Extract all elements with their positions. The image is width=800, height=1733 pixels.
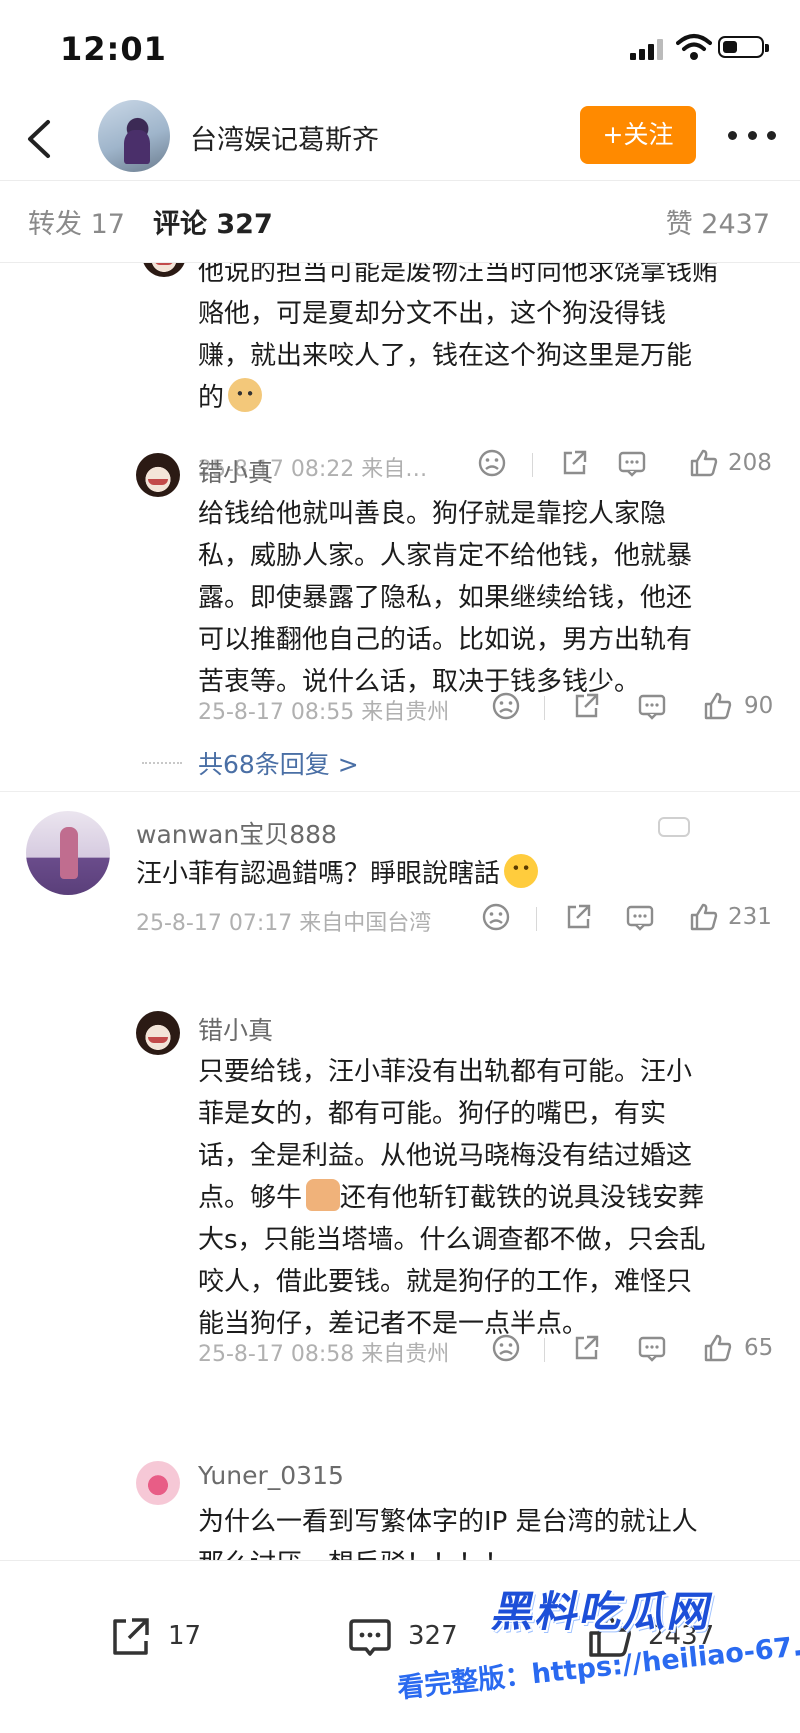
share-icon[interactable] [562, 901, 594, 933]
commenter-name[interactable]: wanwan宝贝888 [136, 815, 337, 851]
like-thumb-icon[interactable] [688, 901, 720, 933]
forward-count: 17 [168, 1621, 202, 1651]
comment-text: 只要给钱，汪小菲没有出轨都有可能。汪小 菲是女的，都有可能。狗仔的嘴巴，有实 话… [198, 1057, 706, 1339]
dislike-icon[interactable] [490, 1332, 522, 1364]
dislike-icon[interactable] [480, 901, 512, 933]
doge-emoji-icon [228, 378, 263, 412]
comment-meta: 25-8-17 08:58 来自贵州 65 [198, 1328, 778, 1372]
tab-likes[interactable]: 赞 2437 [666, 202, 770, 241]
commenter-name[interactable]: 错小真 [198, 453, 273, 489]
status-bar: 12:01 [0, 0, 800, 100]
view-replies-link[interactable]: 共68条回复 > [142, 743, 562, 783]
wifi-icon [676, 34, 712, 60]
commenter-name[interactable]: 错小真 [198, 1011, 273, 1047]
reply-comment: 给钱给他就叫善良。狗仔就是靠挖人家隐 私，威胁人家。人家肯定不给他钱，他就暴 露… [198, 493, 788, 703]
reply-comment: 只要给钱，汪小菲没有出轨都有可能。汪小 菲是女的，都有可能。狗仔的嘴巴，有实 话… [198, 1051, 788, 1345]
avatar[interactable] [136, 1011, 180, 1055]
comment-text: 为什么一看到写繁体字的IP 是台湾的就让人 那么讨厌。想反驳！！！！ [198, 1507, 698, 1560]
reply-comment: 他说的担当可能是废物汪当时向他求饶拿钱贿 赂他，可是夏却分文不出，这个狗没得钱 … [198, 263, 788, 419]
commenter-name[interactable]: Yuner_0315 [198, 1461, 344, 1490]
tab-bar: 转发 17 评论 327 赞 2437 [0, 196, 800, 246]
like-count: 208 [728, 450, 772, 476]
like-thumb-icon[interactable] [688, 447, 720, 479]
battery-icon [718, 36, 769, 58]
header-divider [0, 180, 800, 181]
avatar[interactable] [136, 1461, 180, 1505]
comment-time-location: 25-8-17 07:17 来自中国台湾 [136, 911, 432, 936]
reply-icon[interactable] [636, 1332, 668, 1364]
like-thumb-icon[interactable] [702, 1332, 734, 1364]
reply-comment: 为什么一看到写繁体字的IP 是台湾的就让人 那么讨厌。想反驳！！！！ [198, 1501, 788, 1560]
comment-text: 他说的担当可能是废物汪当时向他求饶拿钱贿 赂他，可是夏却分文不出，这个狗没得钱 … [198, 263, 719, 413]
comment-meta: 25-8-17 08:22 来自… 208 [198, 443, 778, 487]
comment-text: 给钱给他就叫善良。狗仔就是靠挖人家隐 私，威胁人家。人家肯定不给他钱，他就暴 露… [198, 499, 693, 697]
share-icon [113, 1618, 149, 1655]
badge-icon [658, 817, 690, 837]
comment-count: 327 [408, 1621, 458, 1651]
comment-meta: 25-8-17 07:17 来自中国台湾 231 [136, 897, 776, 941]
author-name[interactable]: 台湾娱记葛斯齐 [190, 118, 379, 157]
avatar[interactable] [142, 263, 186, 277]
more-options-icon[interactable] [728, 120, 776, 150]
back-arrow-icon[interactable] [18, 114, 62, 164]
avatar[interactable] [26, 811, 110, 895]
follow-button[interactable]: +关注 [580, 106, 696, 164]
comment-list: 他说的担当可能是废物汪当时向他求饶拿钱贿 赂他，可是夏却分文不出，这个狗没得钱 … [0, 263, 800, 1560]
like-count: 65 [744, 1335, 774, 1361]
tab-comments[interactable]: 评论 327 [153, 202, 273, 241]
thumbs-up-emoji-icon [306, 1179, 341, 1211]
reply-icon[interactable] [624, 901, 656, 933]
status-time: 12:01 [60, 30, 167, 68]
like-thumb-icon[interactable] [702, 690, 734, 722]
comment-meta: 25-8-17 08:55 来自贵州 90 [198, 686, 778, 730]
author-avatar[interactable] [98, 100, 170, 172]
thinking-emoji-icon [504, 854, 539, 888]
share-icon[interactable] [570, 690, 602, 722]
share-icon[interactable] [558, 447, 590, 479]
like-count: 231 [728, 904, 772, 930]
reply-icon[interactable] [616, 447, 648, 479]
tab-forwards[interactable]: 转发 17 [28, 202, 125, 241]
comment-divider [0, 791, 800, 792]
comment-text: 汪小菲有認過錯嗎？睜眼說瞎話 [136, 853, 776, 895]
signal-icon [630, 38, 666, 60]
watermark-brand: 黑料吃瓜网 [488, 1587, 719, 1636]
comment-time-location: 25-8-17 08:58 来自贵州 [198, 1342, 450, 1367]
comment-icon [349, 1619, 391, 1656]
dislike-icon[interactable] [476, 447, 508, 479]
avatar[interactable] [136, 453, 180, 497]
comment-time-location: 25-8-17 08:55 来自贵州 [198, 700, 450, 725]
post-header: 台湾娱记葛斯齐 +关注 [0, 100, 800, 180]
like-count: 90 [744, 693, 774, 719]
dislike-icon[interactable] [490, 690, 522, 722]
share-icon[interactable] [570, 1332, 602, 1364]
reply-icon[interactable] [636, 690, 668, 722]
